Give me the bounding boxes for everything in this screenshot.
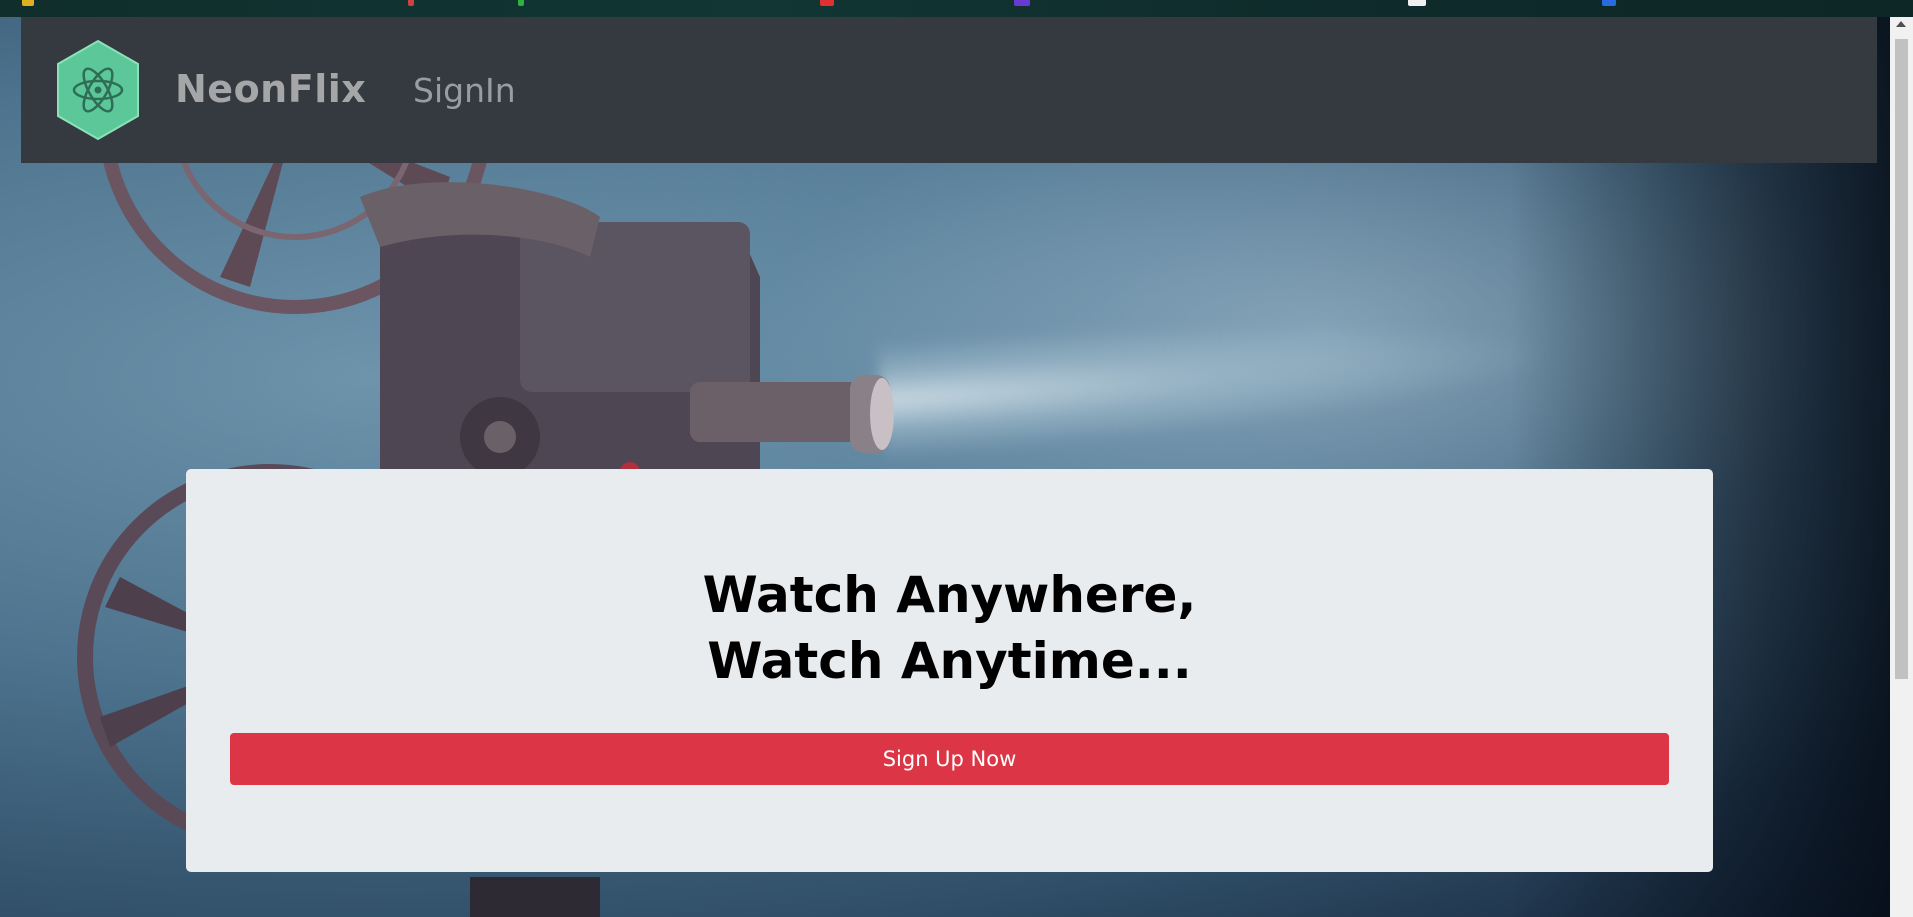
- top-navbar: NeonFlix SignIn: [21, 17, 1877, 163]
- headline-line-2: Watch Anytime...: [707, 632, 1192, 690]
- bookmark-icon[interactable]: [518, 0, 524, 6]
- scrollbar-thumb[interactable]: [1895, 39, 1908, 679]
- bookmark-icon[interactable]: [820, 0, 834, 6]
- sign-up-button[interactable]: Sign Up Now: [230, 733, 1669, 785]
- browser-bookmark-bar: [0, 0, 1913, 17]
- jumbotron-card: Watch Anywhere, Watch Anytime... Sign Up…: [186, 469, 1713, 872]
- headline-line-1: Watch Anywhere,: [702, 566, 1197, 624]
- bookmark-icon[interactable]: [22, 0, 34, 6]
- page-scrollbar[interactable]: [1890, 17, 1913, 917]
- hero-headline: Watch Anywhere, Watch Anytime...: [186, 562, 1713, 694]
- bookmark-icon[interactable]: [408, 0, 414, 6]
- brand-name[interactable]: NeonFlix: [175, 67, 366, 111]
- page: NeonFlix SignIn Watch Anywhere, Watch An…: [0, 0, 1913, 917]
- bookmark-icon[interactable]: [1014, 0, 1030, 6]
- atom-hexagon-icon[interactable]: [56, 39, 140, 141]
- bookmark-icon[interactable]: [1408, 0, 1426, 6]
- scroll-up-arrow-icon[interactable]: [1896, 21, 1906, 27]
- signin-link[interactable]: SignIn: [413, 71, 516, 110]
- bookmark-icon[interactable]: [1602, 0, 1616, 6]
